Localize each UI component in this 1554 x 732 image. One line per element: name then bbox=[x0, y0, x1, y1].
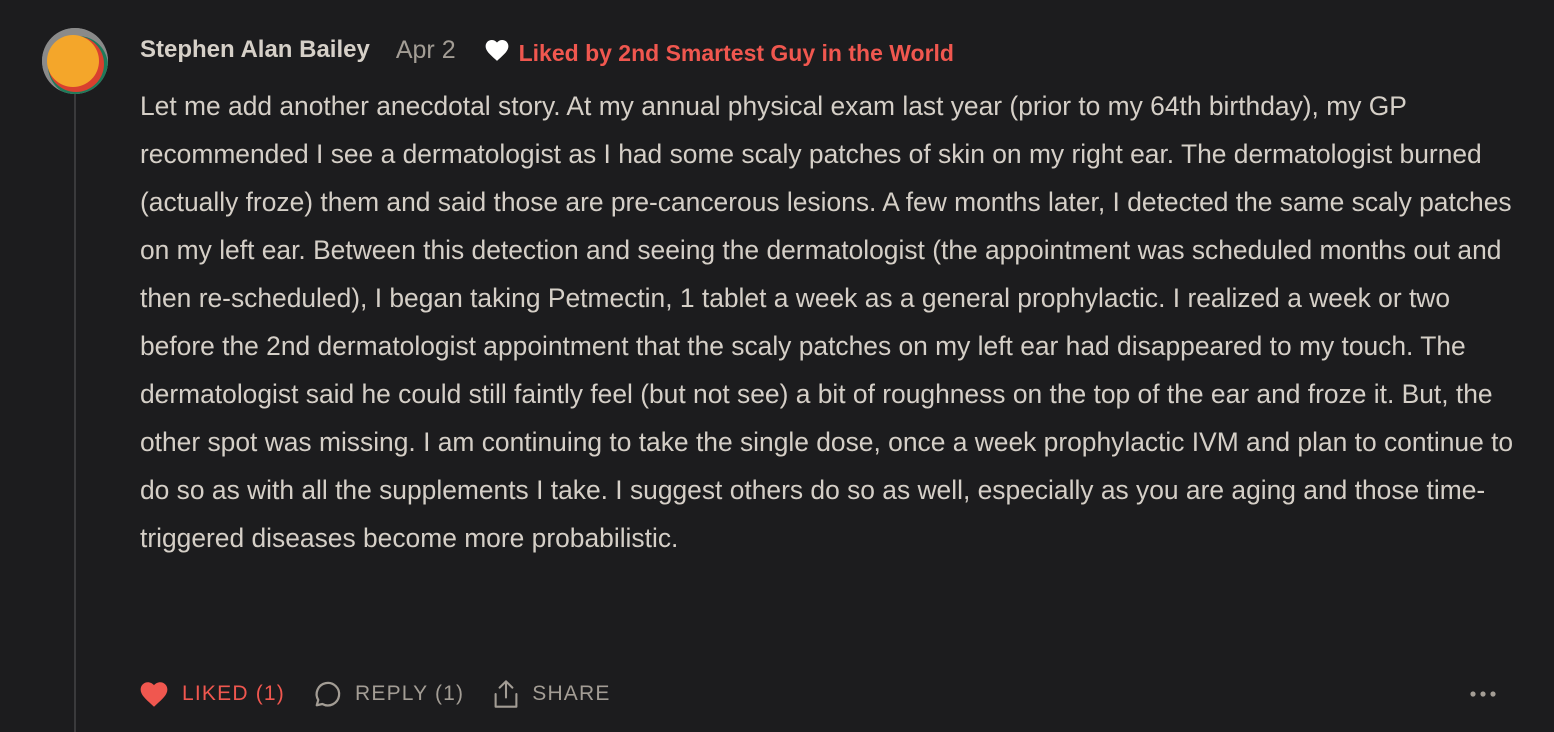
heart-filled-icon bbox=[140, 682, 168, 707]
share-icon bbox=[494, 680, 518, 708]
share-label: SHARE bbox=[532, 682, 611, 705]
avatar-image bbox=[42, 28, 108, 94]
comment-header: Stephen Alan Bailey Apr 2 Liked by 2nd S… bbox=[140, 30, 954, 70]
liked-by-text: Liked by 2nd Smartest Guy in the World bbox=[518, 39, 954, 66]
thread-line bbox=[74, 94, 76, 732]
author-name[interactable]: Stephen Alan Bailey bbox=[140, 36, 370, 64]
speech-bubble-icon bbox=[315, 681, 341, 707]
share-button[interactable]: SHARE bbox=[492, 679, 610, 709]
comment-date[interactable]: Apr 2 bbox=[396, 36, 456, 65]
heart-outline-icon bbox=[485, 40, 508, 61]
more-options-button[interactable] bbox=[1466, 680, 1500, 708]
reply-button[interactable]: REPLY (1) bbox=[313, 679, 464, 709]
comment-body: Let me add another anecdotal story. At m… bbox=[140, 91, 1514, 553]
reply-label: REPLY (1) bbox=[355, 682, 465, 705]
comment-actions: LIKED (1) REPLY (1) SHARE bbox=[138, 672, 639, 716]
like-button[interactable]: LIKED (1) bbox=[138, 680, 285, 708]
liked-by-note: Liked by 2nd Smartest Guy in the World bbox=[484, 37, 954, 66]
avatar[interactable] bbox=[42, 28, 108, 94]
like-label: LIKED (1) bbox=[182, 682, 285, 705]
more-horizontal-icon bbox=[1470, 691, 1496, 697]
